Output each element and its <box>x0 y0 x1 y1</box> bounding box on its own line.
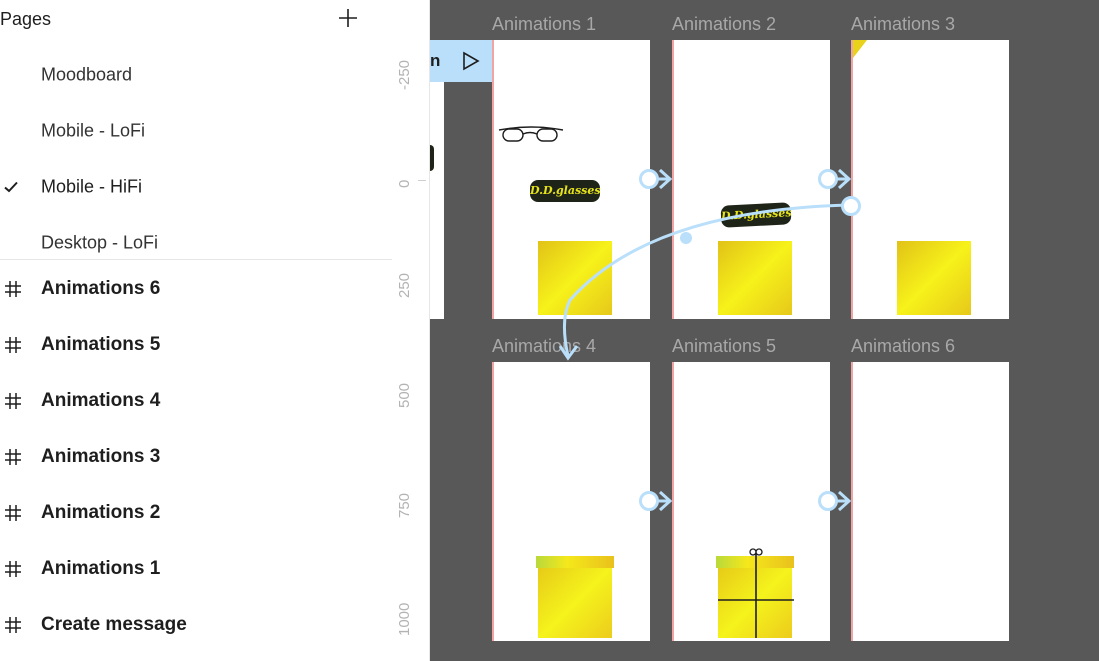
connection-handle[interactable] <box>841 196 861 216</box>
page-item-moodboard[interactable]: Moodboard <box>0 47 392 103</box>
connection-curve[interactable] <box>563 203 851 357</box>
layer-animations-5[interactable]: Animations 5 <box>0 317 392 373</box>
ruler-tick: 750 <box>392 493 429 519</box>
checkmark-icon <box>3 179 19 195</box>
ruler-tick: 1000 <box>392 603 429 637</box>
layer-label: Animations 1 <box>41 558 161 579</box>
layer-label: Animations 3 <box>41 446 161 467</box>
ruler-label: 1000 <box>396 602 413 636</box>
connection-midpoint[interactable] <box>680 232 692 244</box>
plus-icon[interactable] <box>336 6 360 30</box>
pages-title: Pages <box>0 9 52 29</box>
ruler-tick: 500 <box>392 383 429 409</box>
ruler-label: 250 <box>396 272 413 298</box>
layer-label: Animations 6 <box>41 278 161 299</box>
connection-node[interactable] <box>639 168 673 190</box>
ruler-tick: -250 <box>392 60 429 91</box>
frame-hash-icon <box>4 280 22 298</box>
layer-create-message[interactable]: Create message <box>0 597 392 653</box>
frame-hash-icon <box>4 336 22 354</box>
page-item-mobile-lofi[interactable]: Mobile - LoFi <box>0 103 392 159</box>
frame-hash-icon <box>4 504 22 522</box>
layer-animations-2[interactable]: Animations 2 <box>0 485 392 541</box>
page-item-label: Desktop - LoFi <box>41 232 159 253</box>
layer-animations-1[interactable]: Animations 1 <box>0 541 392 597</box>
ruler-tick: 0 <box>392 180 429 189</box>
layer-label: Animations 4 <box>41 390 161 411</box>
frame-hash-icon <box>4 616 22 634</box>
ruler-label: 500 <box>396 382 413 408</box>
ruler-tick: 250 <box>392 273 429 299</box>
ruler-label: 0 <box>396 179 413 188</box>
frame-hash-icon <box>4 392 22 410</box>
layer-animations-6[interactable]: Animations 6 <box>0 261 392 317</box>
layer-label: Create message <box>41 614 187 635</box>
frame-hash-icon <box>4 560 22 578</box>
vertical-ruler: -250 0 250 500 750 1000 <box>392 0 430 661</box>
layer-label: Animations 5 <box>41 334 161 355</box>
layer-animations-3[interactable]: Animations 3 <box>0 429 392 485</box>
page-item-label: Mobile - LoFi <box>41 120 146 141</box>
layer-animations-4[interactable]: Animations 4 <box>0 373 392 429</box>
connection-node[interactable] <box>818 168 852 190</box>
pages-panel: Pages Moodboard Mobile - LoFi Mobile - H… <box>0 0 393 661</box>
connection-node[interactable] <box>818 490 852 512</box>
prototype-connections[interactable] <box>430 0 1099 661</box>
ruler-label: 750 <box>396 492 413 518</box>
layer-label: Animations 2 <box>41 502 161 523</box>
ruler-label: -250 <box>396 59 413 90</box>
panel-divider <box>0 259 392 260</box>
page-item-label: Mobile - HiFi <box>41 176 143 197</box>
page-item-label: Moodboard <box>41 64 133 85</box>
design-canvas[interactable]: n Animations 1 Animations 2 Animations 3… <box>430 0 1099 661</box>
frame-hash-icon <box>4 448 22 466</box>
connection-node[interactable] <box>639 490 673 512</box>
pages-header: Pages <box>0 0 392 40</box>
page-item-mobile-hifi[interactable]: Mobile - HiFi <box>0 159 392 215</box>
